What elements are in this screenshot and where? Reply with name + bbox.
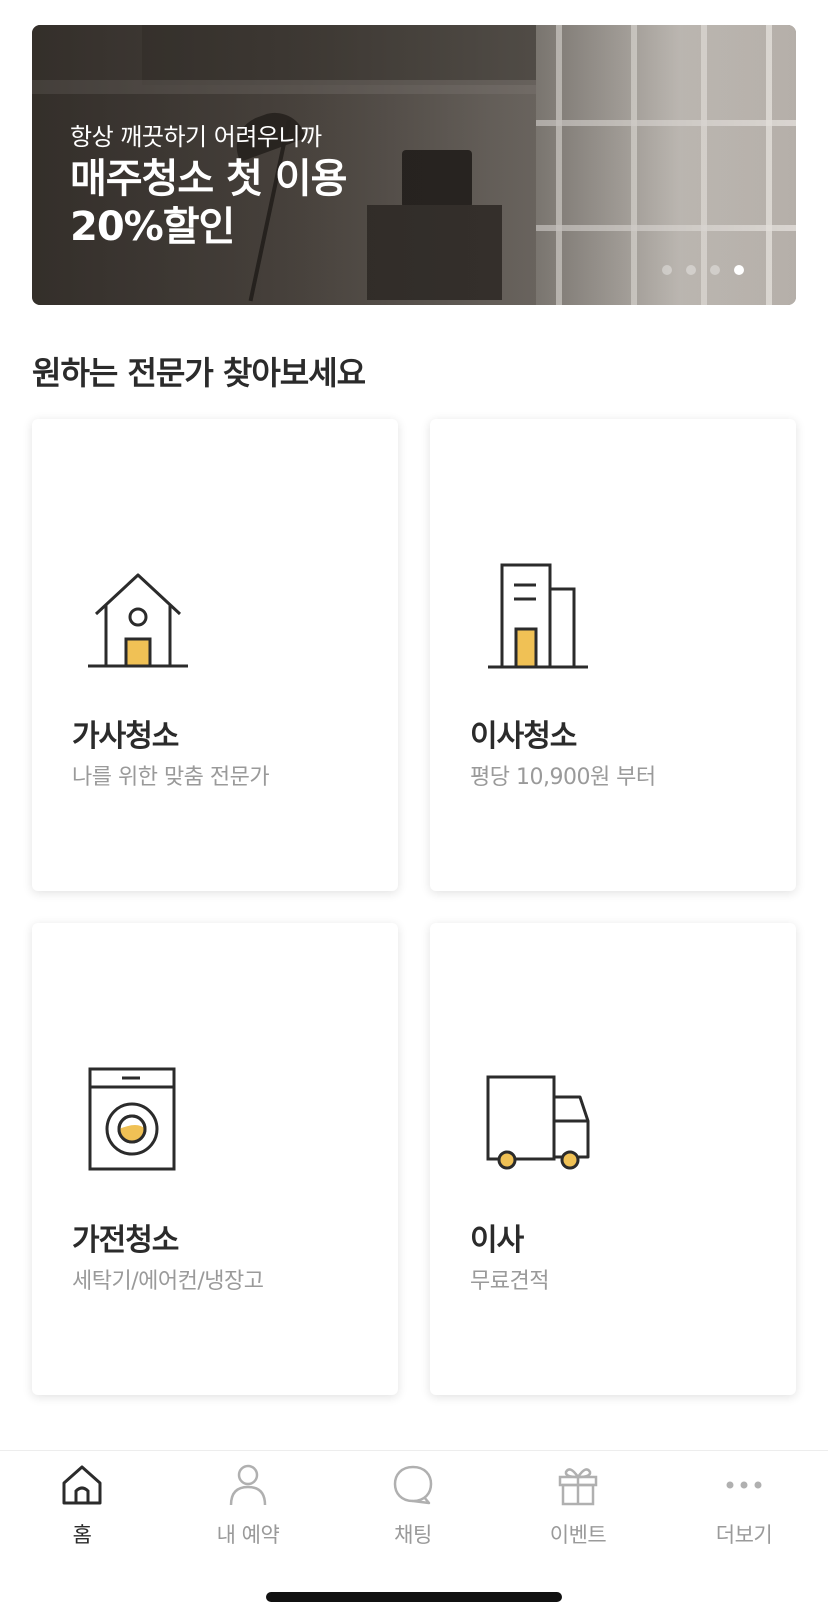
service-card-home-cleaning[interactable]: 가사청소 나를 위한 맞춤 전문가	[32, 419, 398, 891]
truck-icon	[486, 1075, 590, 1170]
nav-item-chat[interactable]: 채팅	[353, 1463, 473, 1563]
section-title: 원하는 전문가 찾아보세요	[32, 354, 366, 392]
page-dot-2[interactable]	[686, 265, 696, 275]
card-title: 가사청소	[72, 719, 179, 754]
nav-item-more[interactable]: 더보기	[684, 1463, 804, 1563]
washing-machine-icon	[88, 1067, 176, 1171]
service-card-moving[interactable]: 이사 무료견적	[430, 923, 796, 1395]
banner-page-indicator[interactable]	[662, 265, 744, 275]
more-dots-icon	[726, 1481, 762, 1489]
person-icon	[229, 1464, 267, 1506]
banner-title: 매주청소 첫 이용 20%할인	[70, 155, 347, 251]
card-description: 나를 위한 맞춤 전문가	[72, 765, 270, 790]
building-icon	[488, 563, 588, 669]
card-description: 세탁기/에어컨/냉장고	[72, 1269, 264, 1294]
home-indicator[interactable]	[266, 1592, 562, 1602]
page-dot-4-active[interactable]	[734, 265, 744, 275]
card-description: 무료견적	[470, 1269, 549, 1294]
home-screen: 항상 깨끗하기 어려우니까 매주청소 첫 이용 20%할인 원하는 전문가 찾아…	[0, 0, 828, 1617]
promo-banner[interactable]: 항상 깨끗하기 어려우니까 매주청소 첫 이용 20%할인	[32, 25, 796, 305]
page-dot-1[interactable]	[662, 265, 672, 275]
home-icon	[62, 1465, 102, 1505]
chat-bubble-icon	[393, 1465, 433, 1505]
banner-title-line1: 매주청소 첫 이용	[70, 156, 347, 202]
card-title: 이사	[470, 1223, 524, 1258]
nav-label: 이벤트	[549, 1523, 607, 1547]
nav-item-my-reservation[interactable]: 내 예약	[188, 1463, 308, 1563]
nav-label: 채팅	[394, 1523, 432, 1547]
nav-item-home[interactable]: 홈	[22, 1463, 142, 1563]
nav-item-event[interactable]: 이벤트	[518, 1463, 638, 1563]
service-card-appliance-cleaning[interactable]: 가전청소 세탁기/에어컨/냉장고	[32, 923, 398, 1395]
nav-label: 내 예약	[216, 1523, 280, 1547]
banner-subtitle: 항상 깨끗하기 어려우니까	[70, 123, 322, 151]
house-icon	[88, 573, 188, 668]
nav-label: 더보기	[715, 1523, 773, 1547]
banner-title-line2: 20%할인	[70, 204, 235, 250]
gift-icon	[558, 1468, 598, 1506]
page-dot-3[interactable]	[710, 265, 720, 275]
card-title: 가전청소	[72, 1223, 179, 1258]
service-card-move-cleaning[interactable]: 이사청소 평당 10,900원 부터	[430, 419, 796, 891]
card-title: 이사청소	[470, 719, 577, 754]
card-description: 평당 10,900원 부터	[470, 765, 656, 790]
nav-label: 홈	[72, 1523, 92, 1547]
